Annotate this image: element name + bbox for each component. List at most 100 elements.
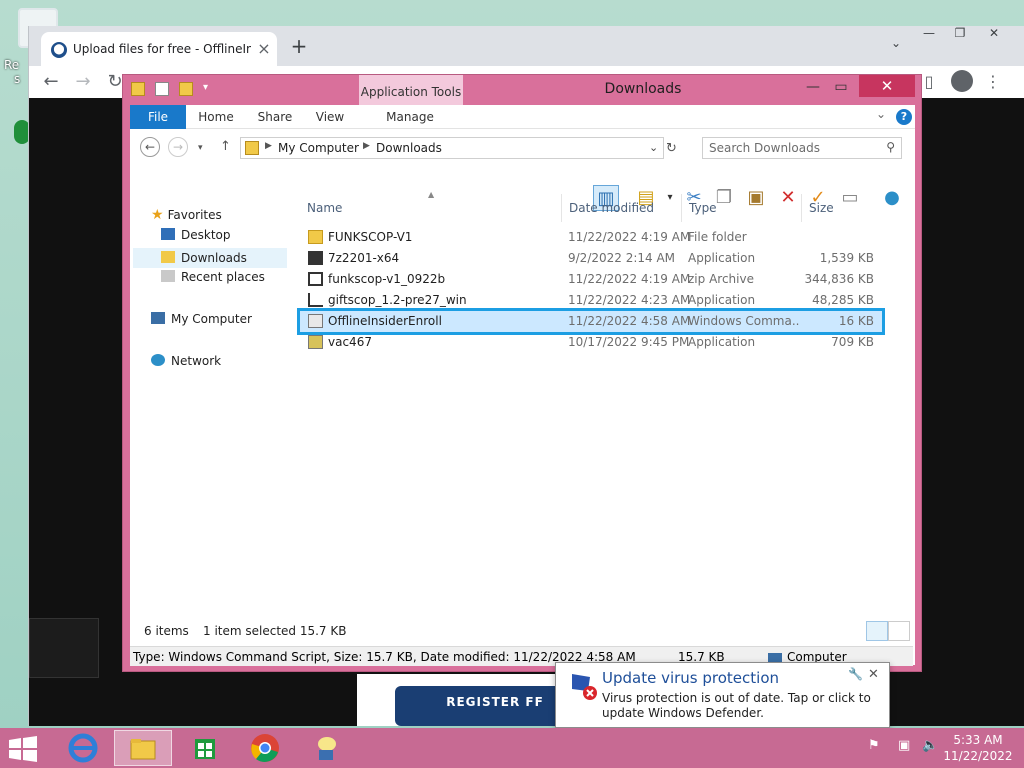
tab-view[interactable]: View bbox=[308, 105, 352, 129]
clock-date: 11/22/2022 bbox=[943, 749, 1013, 763]
search-icon[interactable]: ⚲ bbox=[886, 140, 895, 154]
nav-desktop[interactable]: Desktop bbox=[161, 228, 231, 248]
address-dropdown-icon[interactable]: ⌄ bbox=[649, 141, 658, 154]
settings-wrench-icon[interactable]: 🔧 bbox=[848, 667, 863, 681]
network-icon bbox=[151, 354, 165, 366]
forward-button-icon[interactable]: → bbox=[168, 137, 188, 157]
nav-my-computer[interactable]: My Computer bbox=[151, 312, 252, 332]
tab-manage[interactable]: Manage bbox=[380, 105, 440, 129]
details-view-icon[interactable] bbox=[866, 621, 888, 641]
browser-tab[interactable]: ⬤ Upload files for free - OfflineInsi × bbox=[41, 32, 277, 66]
breadcrumb-downloads[interactable]: Downloads bbox=[376, 141, 442, 155]
file-row[interactable]: vac467 10/17/2022 9:45 PM Application 70… bbox=[300, 332, 882, 353]
folder-icon[interactable] bbox=[131, 81, 145, 96]
network-app-icon[interactable] bbox=[296, 730, 354, 766]
close-button[interactable]: ✕ bbox=[979, 26, 1009, 40]
navigation-pane: ★ Favorites Desktop Downloads Recent plac… bbox=[123, 207, 287, 641]
tab-close-icon[interactable]: × bbox=[255, 38, 273, 60]
help-icon[interactable]: ? bbox=[896, 109, 912, 125]
file-size: 709 KB bbox=[831, 335, 874, 349]
system-clock[interactable]: 5:33 AM 11/22/2022 bbox=[940, 732, 1016, 764]
column-headers: ▲ Name Date modified Type Size bbox=[300, 190, 880, 222]
new-tab-button[interactable]: + bbox=[287, 34, 311, 58]
notification-close-icon[interactable]: ✕ bbox=[868, 667, 879, 682]
back-button-icon[interactable]: ← bbox=[140, 137, 160, 157]
new-folder-icon[interactable] bbox=[179, 81, 193, 96]
nav-favorites[interactable]: ★ Favorites bbox=[151, 207, 222, 227]
captcha-badge[interactable] bbox=[29, 618, 99, 678]
nav-label: Desktop bbox=[181, 228, 231, 242]
recent-places-icon bbox=[161, 270, 175, 282]
column-type[interactable]: Type bbox=[682, 194, 802, 222]
file-date: 11/22/2022 4:19 AM bbox=[568, 272, 691, 286]
windows-start-icon[interactable] bbox=[8, 736, 38, 762]
tab-home[interactable]: Home bbox=[192, 105, 240, 129]
minimize-button[interactable]: — bbox=[914, 26, 944, 40]
customize-chevron-icon[interactable]: ▾ bbox=[203, 82, 213, 96]
file-size: 16 KB bbox=[838, 314, 874, 328]
file-row[interactable]: funkscop-v1_0922b 11/22/2022 4:19 AM zip… bbox=[300, 269, 882, 290]
file-date: 10/17/2022 9:45 PM bbox=[568, 335, 690, 349]
file-type: Application bbox=[688, 293, 756, 307]
file-name: funkscop-v1_0922b bbox=[328, 272, 446, 286]
window-title: Downloads bbox=[604, 81, 682, 97]
file-row[interactable]: FUNKSCOP-V1 11/22/2022 4:19 AM File fold… bbox=[300, 227, 882, 248]
address-row: ← → ▾ ↑ ▶ My Computer ▶ Downloads ⌄ ↻ Se… bbox=[130, 133, 915, 161]
action-center-flag-icon[interactable]: ⚑ bbox=[868, 738, 880, 753]
defender-notification[interactable]: Update virus protection Virus protection… bbox=[555, 662, 890, 728]
internet-explorer-icon[interactable] bbox=[54, 730, 112, 766]
file-size: 344,836 KB bbox=[804, 272, 874, 286]
star-icon: ★ bbox=[151, 207, 164, 223]
nav-downloads[interactable]: Downloads bbox=[133, 248, 287, 268]
tab-application-tools: Application Tools bbox=[359, 75, 463, 105]
search-input[interactable]: Search Downloads ⚲ bbox=[702, 137, 902, 159]
breadcrumb-separator-icon[interactable]: ▶ bbox=[265, 141, 272, 151]
nav-label: Network bbox=[171, 354, 222, 368]
file-explorer-icon[interactable] bbox=[114, 730, 172, 766]
file-row[interactable]: 7z2201-x64 9/2/2022 2:14 AM Application … bbox=[300, 248, 882, 269]
column-size[interactable]: Size bbox=[802, 194, 880, 222]
file-type: Application bbox=[688, 335, 756, 349]
forward-icon[interactable]: → bbox=[71, 70, 95, 94]
properties-icon[interactable] bbox=[155, 81, 169, 96]
breadcrumb-my-computer[interactable]: My Computer bbox=[278, 141, 359, 155]
quick-access-toolbar: ▾ bbox=[131, 81, 223, 99]
refresh-icon[interactable]: ↻ bbox=[666, 141, 677, 156]
address-bar[interactable]: ▶ My Computer ▶ Downloads ⌄ bbox=[240, 137, 664, 159]
expand-ribbon-chevron-icon[interactable]: ⌄ bbox=[876, 107, 886, 121]
tab-file[interactable]: File bbox=[130, 105, 186, 129]
breadcrumb-separator-icon-2[interactable]: ▶ bbox=[363, 141, 370, 151]
explorer-window: ▾ Application Tools Downloads — ▭ ✕ File… bbox=[122, 74, 922, 672]
nav-label: Favorites bbox=[167, 208, 222, 222]
file-name: giftscop_1.2-pre27_win bbox=[328, 293, 467, 307]
large-icons-view-icon[interactable] bbox=[888, 621, 910, 641]
nav-recent-places[interactable]: Recent places bbox=[161, 270, 265, 290]
tab-title: Upload files for free - OfflineInsi bbox=[73, 42, 251, 56]
column-date-modified[interactable]: Date modified bbox=[562, 194, 682, 222]
chrome-icon[interactable] bbox=[236, 730, 294, 766]
clock-time: 5:33 AM bbox=[953, 733, 1003, 747]
globe-icon[interactable]: ● bbox=[879, 185, 905, 211]
site-favicon-icon: ⬤ bbox=[51, 42, 67, 58]
maximize-button[interactable]: ❐ bbox=[945, 26, 975, 40]
up-arrow-icon[interactable]: ↑ bbox=[220, 139, 231, 154]
explorer-close-button[interactable]: ✕ bbox=[859, 75, 915, 97]
explorer-maximize-button[interactable]: ▭ bbox=[831, 77, 851, 97]
file-row-selected[interactable]: OfflineInsiderEnroll 11/22/2022 4:58 AM … bbox=[297, 308, 885, 335]
file-row[interactable]: giftscop_1.2-pre27_win 11/22/2022 4:23 A… bbox=[300, 290, 882, 311]
volume-icon[interactable]: 🔈 bbox=[922, 738, 938, 753]
store-icon[interactable] bbox=[176, 730, 234, 766]
recent-locations-chevron-icon[interactable]: ▾ bbox=[198, 143, 203, 153]
back-icon[interactable]: ← bbox=[39, 70, 63, 94]
profile-avatar[interactable] bbox=[951, 70, 973, 92]
file-name: OfflineInsiderEnroll bbox=[328, 314, 442, 328]
nav-network[interactable]: Network bbox=[151, 354, 221, 374]
network-tray-icon[interactable]: ▣ bbox=[898, 738, 910, 753]
tab-share[interactable]: Share bbox=[250, 105, 300, 129]
notification-title: Update virus protection bbox=[602, 669, 780, 687]
menu-icon[interactable]: ⋮ bbox=[981, 70, 1005, 94]
explorer-minimize-button[interactable]: — bbox=[803, 77, 823, 97]
tab-search-chevron-icon[interactable]: ⌄ bbox=[881, 36, 911, 50]
file-date: 11/22/2022 4:23 AM bbox=[568, 293, 691, 307]
column-name[interactable]: Name bbox=[300, 194, 562, 222]
